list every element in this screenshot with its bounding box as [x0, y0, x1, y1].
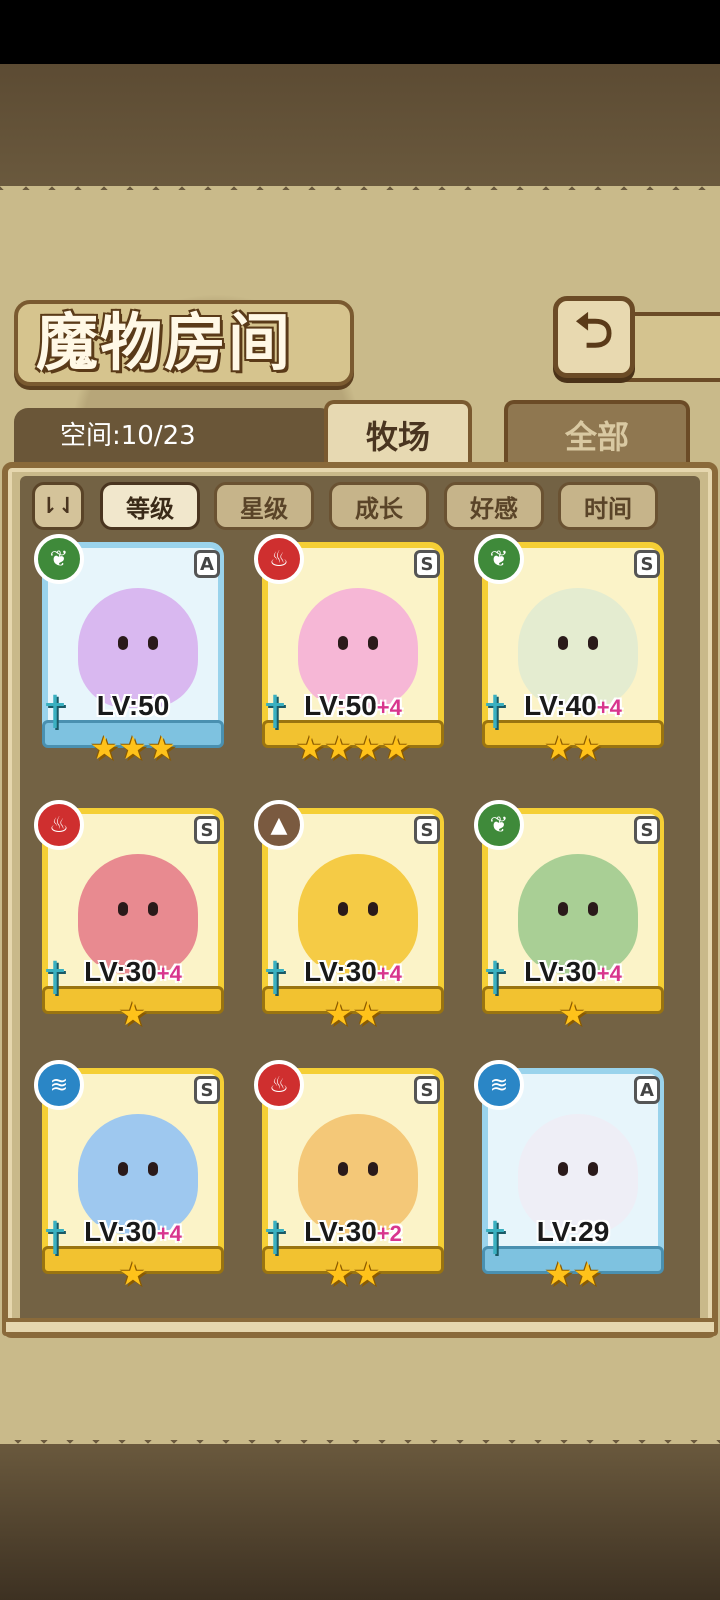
monster-eye — [588, 902, 598, 916]
sort-order-button[interactable]: ⇂⇃ — [32, 482, 84, 530]
monster-eye — [338, 636, 348, 650]
monster-level: LV:30+2 — [258, 1216, 448, 1248]
level-value: LV:30 — [84, 956, 157, 987]
tab-ranch[interactable]: 牧场 — [324, 400, 472, 466]
level-bonus: +2 — [376, 1221, 402, 1246]
fire-element-icon: ♨ — [254, 1060, 304, 1110]
rank-badge: S — [414, 816, 440, 844]
level-bonus: +4 — [376, 695, 402, 720]
monster-card[interactable]: S ❦ † LV:30+4 ★ — [474, 800, 668, 1033]
space-count: 空间:10/23 — [60, 421, 196, 451]
level-value: LV:30 — [304, 1216, 377, 1247]
monster-level: LV:30+4 — [258, 956, 448, 988]
monster-level: LV:30+4 — [38, 956, 228, 988]
rank-badge: S — [194, 816, 220, 844]
earth-element-icon: ▲ — [254, 800, 304, 850]
panel-bottom-edge — [0, 1418, 720, 1444]
level-value: LV:50 — [304, 690, 377, 721]
sort-time-button[interactable]: 时间 — [558, 482, 658, 530]
monster-card[interactable]: S ≋ † LV:30+4 ★ — [34, 1060, 228, 1293]
star-rating: ★★ — [544, 729, 602, 767]
monster-eye — [588, 1162, 598, 1176]
level-bonus: +4 — [376, 961, 402, 986]
rank-badge: S — [194, 1076, 220, 1104]
monster-eye — [338, 1162, 348, 1176]
page-title: 魔物房间 — [36, 306, 293, 379]
monster-card[interactable]: S ♨ † LV:30+4 ★ — [34, 800, 228, 1033]
monster-eye — [148, 636, 158, 650]
monster-card[interactable]: S ♨ † LV:30+2 ★★ — [254, 1060, 448, 1293]
monster-level: LV:50+4 — [258, 690, 448, 722]
back-button[interactable]: ⮌ — [553, 296, 635, 378]
monster-level: LV:30+4 — [478, 956, 668, 988]
rank-badge: S — [634, 816, 660, 844]
monster-eye — [558, 636, 568, 650]
fire-element-icon: ♨ — [254, 534, 304, 584]
level-bonus: +4 — [596, 961, 622, 986]
monster-eye — [338, 902, 348, 916]
monster-card[interactable]: S ♨ † LV:50+4 ★★★★ — [254, 534, 448, 767]
monster-eye — [368, 902, 378, 916]
star-rating: ★★ — [544, 1255, 602, 1293]
back-rail — [620, 312, 720, 382]
top-map-strip — [0, 64, 720, 194]
level-value: LV:30 — [524, 956, 597, 987]
sort-level-button[interactable]: 等级 — [100, 482, 200, 530]
panel-top-edge — [0, 186, 720, 212]
water-element-icon: ≋ — [474, 1060, 524, 1110]
rank-badge: S — [634, 550, 660, 578]
rank-badge: S — [414, 550, 440, 578]
monster-card[interactable]: A ≋ † LV:29 ★★ — [474, 1060, 668, 1293]
rank-badge: A — [634, 1076, 660, 1104]
rank-badge: S — [414, 1076, 440, 1104]
level-bonus: +4 — [156, 961, 182, 986]
back-arrow-icon: ⮌ — [574, 302, 614, 359]
level-value: LV:30 — [84, 1216, 157, 1247]
bottom-map-strip — [0, 1440, 720, 1600]
sort-affection-button[interactable]: 好感 — [444, 482, 544, 530]
monster-card[interactable]: S ❦ † LV:40+4 ★★ — [474, 534, 668, 767]
monster-card[interactable]: A ❦ † LV:50 ★★★ — [34, 534, 228, 767]
grass-element-icon: ❦ — [34, 534, 84, 584]
monster-eye — [148, 902, 158, 916]
monster-eye — [148, 1162, 158, 1176]
monster-eye — [118, 902, 128, 916]
monster-card[interactable]: S ▲ † LV:30+4 ★★ — [254, 800, 448, 1033]
monster-level: LV:50 — [38, 690, 228, 722]
sort-order-icon: ⇂⇃ — [39, 493, 77, 519]
level-value: LV:40 — [524, 690, 597, 721]
sort-growth-button[interactable]: 成长 — [329, 482, 429, 530]
rank-badge: A — [194, 550, 220, 578]
star-rating: ★★ — [324, 995, 382, 1033]
level-bonus: +4 — [156, 1221, 182, 1246]
level-value: LV:29 — [536, 1216, 610, 1247]
star-rating: ★★★★ — [295, 729, 411, 767]
water-element-icon: ≋ — [34, 1060, 84, 1110]
monster-eye — [368, 636, 378, 650]
grass-element-icon: ❦ — [474, 534, 524, 584]
panel-bottom-rail — [2, 1318, 718, 1336]
grass-element-icon: ❦ — [474, 800, 524, 850]
monster-eye — [368, 1162, 378, 1176]
monster-eye — [118, 1162, 128, 1176]
level-value: LV:50 — [96, 690, 170, 721]
star-rating: ★ — [558, 995, 588, 1033]
tab-all[interactable]: 全部 — [504, 400, 690, 466]
level-bonus: +4 — [596, 695, 622, 720]
monster-eye — [558, 1162, 568, 1176]
monster-eye — [588, 636, 598, 650]
sort-star-button[interactable]: 星级 — [214, 482, 314, 530]
star-rating: ★ — [118, 1255, 148, 1293]
monster-eye — [558, 902, 568, 916]
monster-level: LV:40+4 — [478, 690, 668, 722]
star-rating: ★★ — [324, 1255, 382, 1293]
star-rating: ★ — [118, 995, 148, 1033]
monster-level: LV:30+4 — [38, 1216, 228, 1248]
monster-level: LV:29 — [478, 1216, 668, 1248]
fire-element-icon: ♨ — [34, 800, 84, 850]
status-bar — [0, 0, 720, 64]
monster-eye — [118, 636, 128, 650]
level-value: LV:30 — [304, 956, 377, 987]
star-rating: ★★★ — [89, 729, 177, 767]
